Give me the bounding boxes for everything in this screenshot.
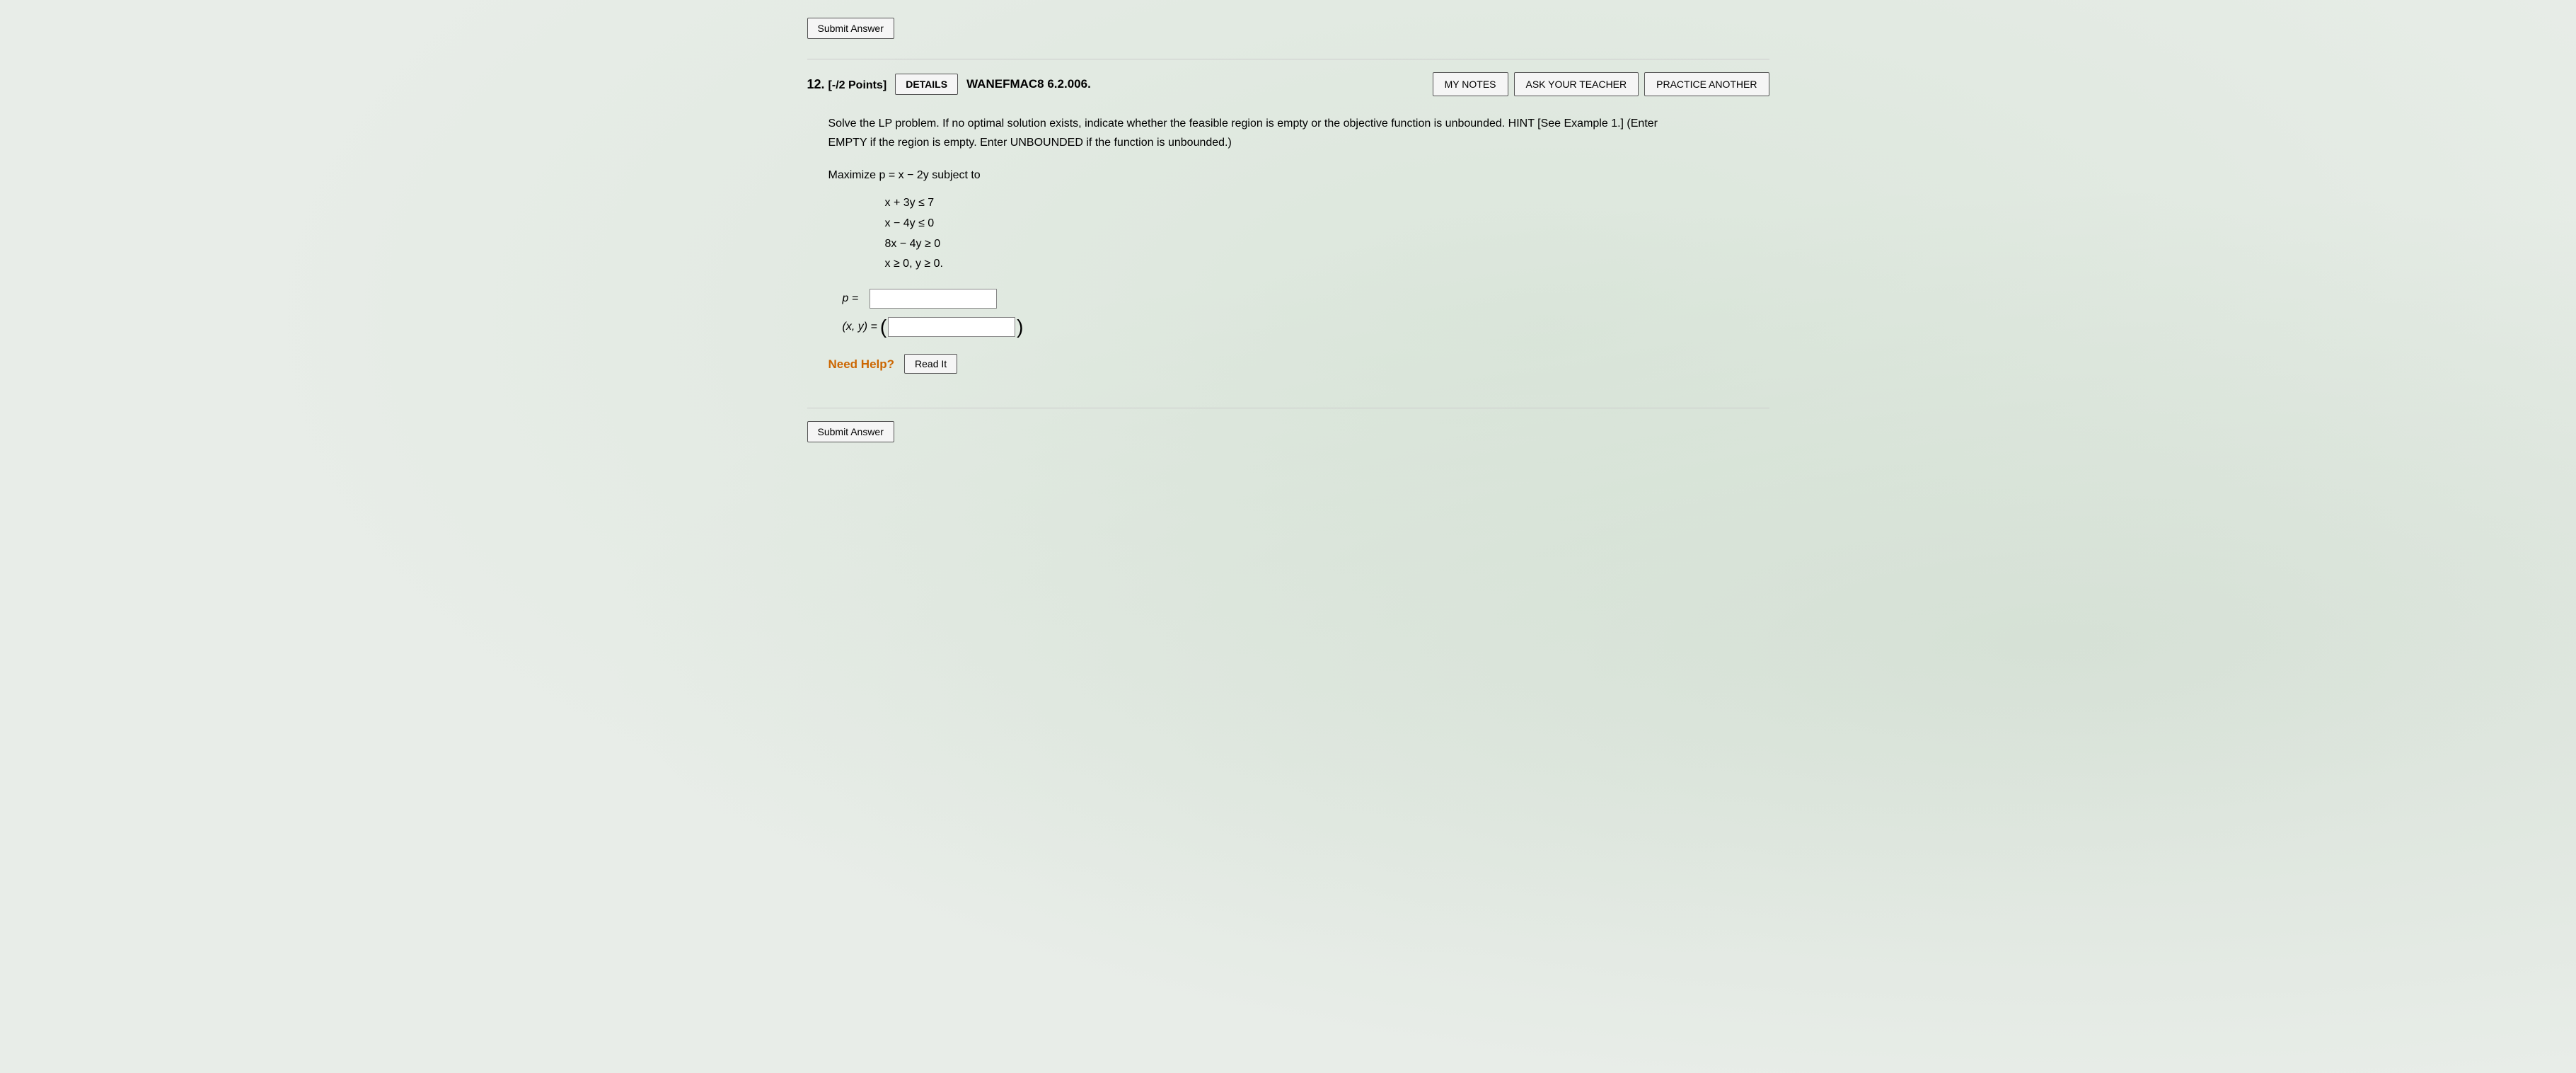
xy-answer-row: (x, y) = ( ) [843,317,1748,337]
xy-label: (x, y) = [843,318,877,336]
bottom-submit-button[interactable]: Submit Answer [807,421,894,442]
question-number: 12. [-/2 Points] [807,77,887,92]
problem-description: Solve the LP problem. If no optimal solu… [828,114,1748,152]
constraint-3: 8x − 4y ≥ 0 [885,234,1748,255]
constraint-4: x ≥ 0, y ≥ 0. [885,254,1748,275]
read-it-button[interactable]: Read It [904,354,957,374]
p-answer-row: p = [843,289,1748,309]
question-header: 12. [-/2 Points] DETAILS WANEFMAC8 6.2.0… [807,65,1769,107]
top-submit-row: Submit Answer [807,7,1769,53]
question-body: Solve the LP problem. If no optimal solu… [807,107,1769,402]
top-submit-button[interactable]: Submit Answer [807,18,894,39]
need-help-row: Need Help? Read It [828,354,1748,374]
need-help-text: Need Help? [828,355,895,374]
description-line2: EMPTY if the region is empty. Enter UNBO… [828,133,1748,152]
p-label: p = [843,289,864,308]
bottom-submit-row: Submit Answer [807,414,1769,453]
right-paren: ) [1017,317,1023,337]
header-actions: MY NOTES ASK YOUR TEACHER PRACTICE ANOTH… [1433,72,1769,96]
my-notes-button[interactable]: MY NOTES [1433,72,1508,96]
answer-section: p = (x, y) = ( ) [843,289,1748,337]
problem-code: WANEFMAC8 6.2.006. [966,77,1424,91]
ask-teacher-button[interactable]: ASK YOUR TEACHER [1514,72,1639,96]
left-paren: ( [880,317,886,337]
xy-input[interactable] [888,317,1015,337]
constraint-1: x + 3y ≤ 7 [885,193,1748,214]
details-button[interactable]: DETAILS [895,74,958,95]
constraint-2: x − 4y ≤ 0 [885,214,1748,234]
page-container: Submit Answer 12. [-/2 Points] DETAILS W… [793,7,1784,453]
description-line1: Solve the LP problem. If no optimal solu… [828,114,1748,133]
maximize-label: Maximize p = x − 2y subject to [828,166,1748,185]
practice-another-button[interactable]: PRACTICE ANOTHER [1644,72,1769,96]
constraints: x + 3y ≤ 7 x − 4y ≤ 0 8x − 4y ≥ 0 x ≥ 0,… [885,193,1748,275]
p-input[interactable] [870,289,997,309]
